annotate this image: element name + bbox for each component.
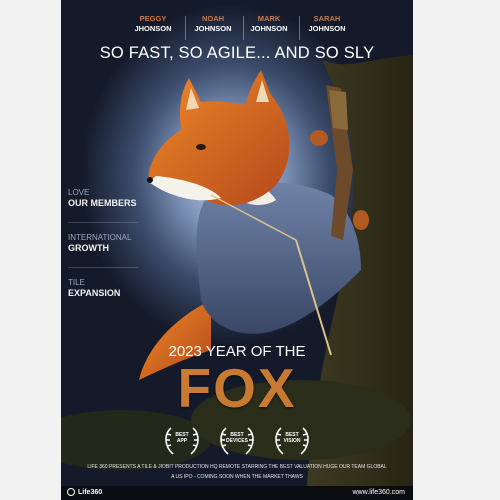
life360-logo-icon: [67, 488, 75, 496]
cast-first-name: NOAH: [201, 14, 225, 23]
cast-last-name: JHONSON: [134, 24, 172, 33]
tagline: SO FAST, SO AGILE... AND SO SLY: [99, 44, 375, 62]
headline-fox: FOX: [177, 357, 297, 419]
side-item: TILE EXPANSION: [68, 277, 158, 299]
award-label: BEST APP: [159, 432, 205, 444]
divider: [68, 222, 138, 223]
divider: [68, 267, 138, 268]
award-line2: DEVICES: [226, 438, 248, 444]
cast-member: NOAH JOHNSON: [185, 14, 241, 34]
cast-last-name: JOHNSON: [194, 24, 232, 33]
cast-member: SARAH JOHNSON: [299, 14, 355, 34]
cast-member: PEGGY JHONSON: [125, 14, 181, 34]
side-item-top: LOVE: [68, 188, 90, 197]
cast-first-name: SARAH: [313, 14, 341, 23]
cast-last-name: JOHNSON: [250, 24, 288, 33]
side-item-bottom: OUR MEMBERS: [68, 198, 137, 208]
footer-bar: Life360 www.life360.com: [61, 486, 413, 500]
side-item: LOVE OUR MEMBERS: [68, 187, 158, 209]
cast-last-name: JOHNSON: [308, 24, 346, 33]
award-laurel: BEST APP: [159, 424, 205, 458]
cast-member: MARK JOHNSON: [241, 14, 297, 34]
side-item-bottom: EXPANSION: [68, 288, 121, 298]
movie-poster: PEGGY JHONSON NOAH JOHNSON MARK JOHNSON …: [61, 0, 413, 500]
side-item-bottom: GROWTH: [68, 243, 109, 253]
footer-url-link[interactable]: www.life360.com: [352, 489, 405, 496]
award-line2: VISION: [283, 438, 301, 444]
side-item-top: TILE: [68, 278, 85, 287]
cast-first-name: MARK: [257, 14, 281, 23]
award-line2: APP: [176, 438, 188, 444]
credits-line: A US IPO - COMING SOON WHEN THE MARKET T…: [171, 474, 303, 480]
credits-line: LIFE 360 PRESENTS A TILE & JIOBIT PRODUC…: [87, 464, 387, 470]
side-item: INTERNATIONAL GROWTH: [68, 232, 158, 254]
award-label: BEST DEVICES: [214, 432, 260, 444]
award-laurel: BEST VISION: [269, 424, 315, 458]
cast-first-name: PEGGY: [139, 14, 167, 23]
footer-logo[interactable]: Life360: [67, 488, 102, 496]
credits-block: LIFE 360 PRESENTS A TILE & JIOBIT PRODUC…: [61, 462, 413, 482]
side-item-top: INTERNATIONAL: [68, 233, 132, 242]
award-label: BEST VISION: [269, 432, 315, 444]
footer-logo-text: Life360: [78, 488, 103, 496]
award-laurel: BEST DEVICES: [214, 424, 260, 458]
